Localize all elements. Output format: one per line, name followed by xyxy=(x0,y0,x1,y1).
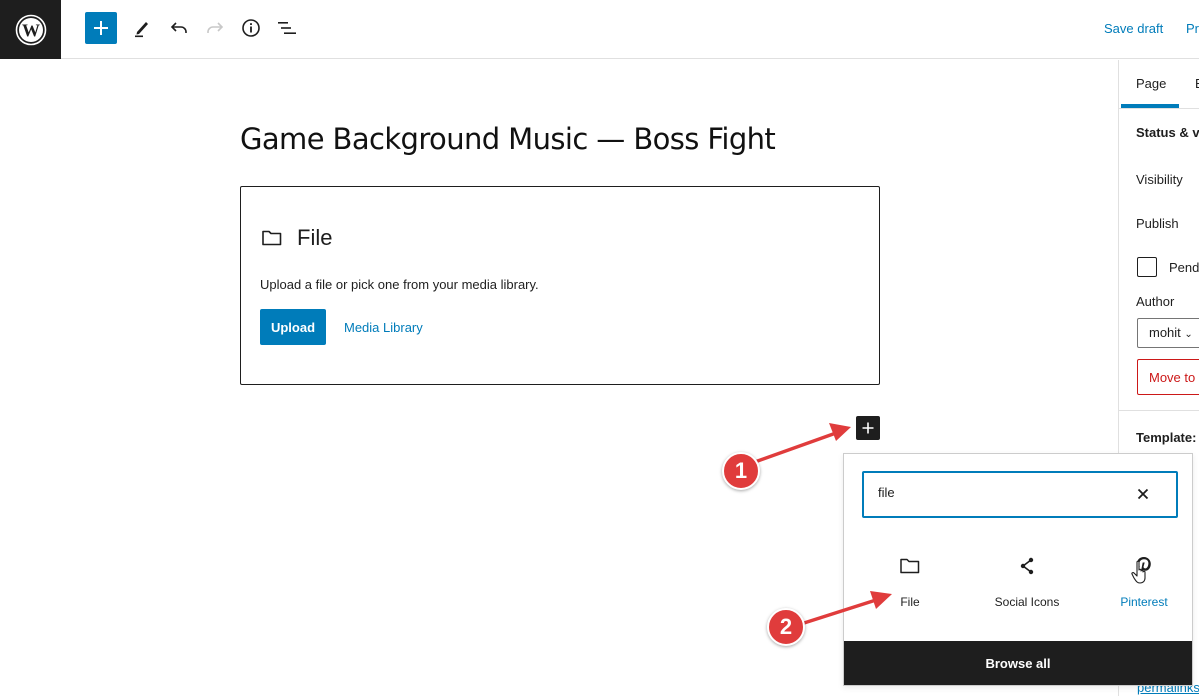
annotation-badge-1: 1 xyxy=(722,452,760,490)
plus-icon xyxy=(94,21,108,35)
block-search-field[interactable] xyxy=(862,471,1178,518)
chevron-down-icon: ⌄ xyxy=(1184,329,1193,340)
list-view-button[interactable] xyxy=(271,12,303,44)
pencil-icon xyxy=(135,22,148,38)
block-search-input[interactable] xyxy=(878,485,1108,500)
editor-header: W Save draft Preview xyxy=(0,0,1199,59)
block-result-label: Pinterest xyxy=(1120,595,1168,609)
author-label: Author xyxy=(1136,294,1175,309)
annotation-badge-2: 2 xyxy=(767,608,805,646)
save-draft-button[interactable]: Save draft xyxy=(1104,21,1163,36)
list-view-icon xyxy=(278,22,296,34)
upload-button[interactable]: Upload xyxy=(260,309,326,345)
wordpress-icon: W xyxy=(15,14,46,45)
undo-icon xyxy=(170,22,187,33)
block-result-social-icons[interactable]: Social Icons xyxy=(977,546,1077,622)
svg-text:W: W xyxy=(22,20,40,40)
block-result-label: File xyxy=(900,595,920,609)
tab-page[interactable]: Page xyxy=(1136,76,1166,91)
preview-button[interactable]: Preview xyxy=(1186,21,1199,36)
folder-icon xyxy=(900,558,920,574)
status-visibility-panel-toggle[interactable]: Status & visibility xyxy=(1136,125,1199,140)
tab-block[interactable]: Block xyxy=(1195,76,1199,91)
info-icon xyxy=(242,19,260,37)
panel-divider xyxy=(1119,410,1199,411)
tools-button[interactable] xyxy=(126,12,158,44)
details-button[interactable] xyxy=(235,12,267,44)
author-value: mohit xyxy=(1149,325,1181,340)
clear-search-button[interactable] xyxy=(1132,483,1154,505)
share-icon xyxy=(1020,557,1034,575)
file-block-placeholder[interactable]: File Upload a file or pick one from your… xyxy=(240,186,880,385)
browse-all-button[interactable]: Browse all xyxy=(844,641,1192,685)
file-block-heading: File xyxy=(261,225,332,251)
publish-label: Publish xyxy=(1136,216,1179,231)
hand-cursor-icon xyxy=(1131,560,1146,584)
post-title[interactable]: Game Background Music — Boss Fight xyxy=(240,122,776,156)
inline-add-block-button[interactable] xyxy=(856,416,880,440)
tabs-divider xyxy=(1119,108,1199,109)
template-panel-toggle[interactable]: Template: Default xyxy=(1136,430,1199,445)
move-to-trash-button[interactable]: Move to trash xyxy=(1137,359,1199,395)
author-select[interactable]: mohit ⌄ xyxy=(1137,318,1199,348)
block-result-label: Social Icons xyxy=(994,595,1060,609)
block-result-file[interactable]: File xyxy=(860,546,960,622)
file-block-label: File xyxy=(297,225,333,250)
wordpress-logo[interactable]: W xyxy=(0,0,61,59)
folder-icon xyxy=(262,230,282,246)
file-block-instructions: Upload a file or pick one from your medi… xyxy=(260,277,539,292)
pending-review-label: Pending review xyxy=(1169,260,1199,275)
redo-button[interactable] xyxy=(199,12,231,44)
close-icon xyxy=(1137,488,1149,500)
plus-icon xyxy=(862,422,874,434)
visibility-label: Visibility xyxy=(1136,172,1183,187)
undo-button[interactable] xyxy=(163,12,195,44)
pending-review-checkbox[interactable] xyxy=(1137,257,1157,277)
media-library-button[interactable]: Media Library xyxy=(344,320,423,335)
add-block-button[interactable] xyxy=(85,12,117,44)
redo-icon xyxy=(207,22,224,33)
